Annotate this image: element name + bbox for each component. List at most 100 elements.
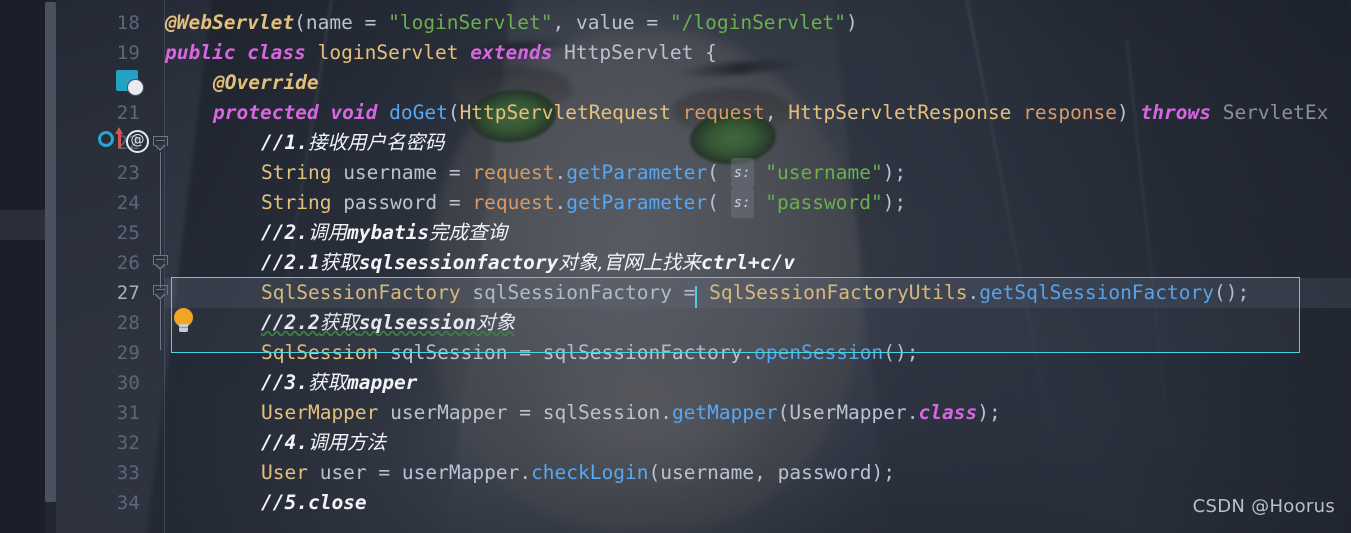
watermark: CSDN @Hoorus <box>1192 496 1335 517</box>
code-line[interactable]: 18 @WebServlet(name = "loginServlet", val… <box>0 8 1351 38</box>
code-token: "loginServlet" <box>388 11 553 34</box>
fold-connector-line <box>160 152 162 256</box>
code-token: ServletEx <box>1222 101 1329 124</box>
code-fold-marker[interactable] <box>153 136 168 151</box>
code-line[interactable]: 22//1.接收用户名密码 <box>0 128 1351 158</box>
code-line[interactable]: 33 User user = userMapper.checkLogin(user… <box>0 458 1351 488</box>
code-token: //3. <box>261 371 308 394</box>
code-token: user <box>319 461 367 484</box>
code-token: name <box>305 11 353 34</box>
code-token: ( <box>447 101 460 124</box>
code-token: //2.1 <box>261 251 320 274</box>
code-token: 获取 <box>319 251 359 274</box>
line-number: 33 <box>116 462 140 484</box>
code-token: getParameter <box>566 161 708 184</box>
code-token: request <box>472 161 555 184</box>
override-method-icon[interactable] <box>98 131 114 147</box>
line-number: 26 <box>116 252 140 274</box>
code-token: . <box>519 461 532 484</box>
code-line-text: @Override <box>213 68 319 98</box>
code-line[interactable]: 34 //5.close <box>0 488 1351 518</box>
code-token: "username" <box>765 161 883 184</box>
code-token: username <box>660 461 755 484</box>
code-token: userMapper <box>390 401 508 424</box>
code-line-text: //4.调用方法 <box>261 428 386 458</box>
code-token: = <box>437 161 473 184</box>
code-line-text: UserMapper userMapper = sqlSession.getMa… <box>261 398 1001 428</box>
code-token: userMapper <box>401 461 520 484</box>
code-token: //1. <box>261 131 308 154</box>
code-line[interactable]: 24 String password = request.getParameter… <box>0 188 1351 218</box>
code-token: = <box>437 191 473 214</box>
line-number: 32 <box>116 432 140 454</box>
code-line[interactable]: 32 //4.调用方法 <box>0 428 1351 458</box>
code-line-text: String username = request.getParameter( … <box>261 158 906 188</box>
code-token: 对象,官网上找来 <box>558 251 702 274</box>
code-token: loginServlet <box>317 41 471 64</box>
code-token: ( <box>648 461 661 484</box>
code-token: 接收用户名密码 <box>307 131 445 154</box>
code-token: password <box>777 461 872 484</box>
code-line[interactable]: 26 //2.1获取sqlsessionfactory对象,官网上找来ctrl+c… <box>0 248 1351 278</box>
code-token: password <box>343 191 438 214</box>
code-token: 调用 <box>307 221 347 244</box>
code-token: //4. <box>261 431 308 454</box>
code-token: 调用方法 <box>307 431 386 454</box>
code-token: , <box>754 461 778 484</box>
code-line-text: User user = userMapper.checkLogin(userna… <box>261 458 895 488</box>
code-token: . <box>554 191 567 214</box>
code-fold-marker[interactable] <box>153 255 168 270</box>
line-number: 24 <box>116 192 140 214</box>
code-token: response <box>1023 101 1118 124</box>
intention-bulb-icon[interactable] <box>174 308 193 333</box>
code-line-text: protected void doGet(HttpServletRequest … <box>213 98 1328 128</box>
code-line[interactable]: 20@Override <box>0 68 1351 98</box>
line-number: 23 <box>116 162 140 184</box>
code-token: class <box>918 401 978 424</box>
code-token: = <box>352 11 389 34</box>
code-token: ); <box>871 461 896 484</box>
code-token: HttpServletResponse <box>788 101 1024 124</box>
servlet-web-icon[interactable] <box>116 70 144 96</box>
code-line[interactable]: 23 String username = request.getParameter… <box>0 158 1351 188</box>
code-token: , <box>552 11 576 34</box>
line-number: 29 <box>116 342 140 364</box>
code-token: UserMapper <box>789 401 907 424</box>
code-token: { <box>705 41 717 64</box>
multiline-selection-box <box>171 277 1300 353</box>
code-token: ( <box>707 191 719 214</box>
code-token: HttpServletRequest <box>459 101 683 124</box>
annotation-at-icon[interactable]: @ <box>126 130 149 153</box>
code-line[interactable]: 31 UserMapper userMapper = sqlSession.get… <box>0 398 1351 428</box>
code-token: String <box>261 191 344 214</box>
code-token: extends <box>470 41 565 64</box>
code-line[interactable]: 21 protected void doGet(HttpServletReques… <box>0 98 1351 128</box>
globe-icon <box>128 80 143 95</box>
code-line[interactable]: 19 public class loginServlet extends Http… <box>0 38 1351 68</box>
code-line[interactable]: 25 //2.调用mybatis完成查询 <box>0 218 1351 248</box>
code-token: @WebServlet <box>165 11 295 34</box>
code-line-text: //1.接收用户名密码 <box>261 128 444 158</box>
code-token: = <box>366 461 402 484</box>
code-token: ( <box>707 161 719 184</box>
code-token: ( <box>294 11 306 34</box>
code-token: ctrl+c/v <box>701 251 795 274</box>
code-token: getParameter <box>566 191 708 214</box>
code-line[interactable]: 30 //3.获取mapper <box>0 368 1351 398</box>
code-area[interactable]: 1718@WebServlet(name = "loginServlet", v… <box>0 0 1351 533</box>
code-token: "password" <box>765 191 883 214</box>
code-line-text: //5.close <box>261 488 367 518</box>
code-line-text: //3.获取mapper <box>261 368 417 398</box>
code-token: //2. <box>261 221 308 244</box>
code-line[interactable]: 17 <box>0 0 1351 8</box>
line-number: 28 <box>116 312 140 334</box>
code-token: 获取 <box>307 371 347 394</box>
code-token: = <box>634 11 670 34</box>
code-token: value <box>575 11 635 34</box>
line-number: 25 <box>116 222 140 244</box>
code-token: ); <box>882 191 907 214</box>
code-token: ) <box>846 11 858 34</box>
